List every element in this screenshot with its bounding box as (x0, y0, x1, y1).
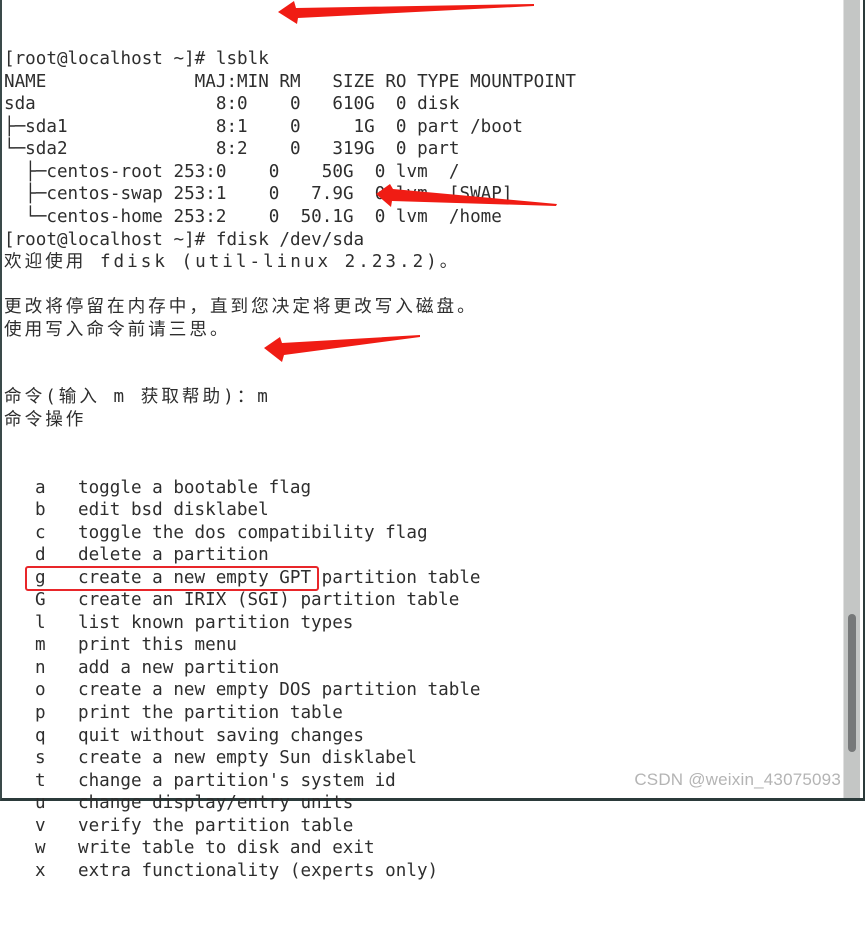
fdisk-menu-item: m print this menu (4, 634, 846, 657)
menu-item-description: toggle the dos compatibility flag (78, 522, 428, 543)
scrollbar-thumb[interactable] (848, 614, 856, 752)
terminal-line-text: [root@localhost ~]# fdisk /dev/sda (4, 229, 365, 250)
menu-item-description: add a new partition (78, 657, 280, 678)
menu-item-key: a (35, 477, 46, 498)
terminal-line-text: NAME MAJ:MIN RM SIZE RO TYPE MOUNTPOINT (4, 71, 576, 92)
menu-item-key: m (35, 635, 46, 656)
terminal-line: └─sda2 8:2 0 319G 0 part (4, 138, 846, 161)
highlight-box-add-partition (25, 566, 319, 591)
menu-item-description: write table to disk and exit (78, 838, 375, 859)
menu-item-description: create a new empty Sun disklabel (78, 748, 417, 769)
menu-item-key: p (35, 703, 46, 724)
fdisk-menu-item: u change display/entry units (4, 792, 846, 815)
watermark: CSDN @weixin_43075093 (634, 770, 841, 789)
menu-item-description: delete a partition (78, 545, 269, 566)
menu-item-description: change a partition's system id (78, 770, 396, 791)
menu-item-description: change display/entry units (78, 793, 354, 814)
menu-item-key: b (35, 500, 46, 521)
fdisk-menu-item: s create a new empty Sun disklabel (4, 747, 846, 770)
menu-item-key: d (35, 545, 46, 566)
fdisk-menu-item: p print the partition table (4, 702, 846, 725)
terminal-line: ├─centos-root 253:0 0 50G 0 lvm / (4, 161, 846, 184)
fdisk-menu-item: w write table to disk and exit (4, 837, 846, 860)
terminal-line: 命令操作 (4, 409, 846, 432)
menu-item-key: s (35, 748, 46, 769)
terminal-line-text: 欢迎使用 fdisk (util-linux 2.23.2)。 (4, 252, 461, 273)
menu-item-key: G (35, 590, 46, 611)
terminal-line: └─centos-home 253:2 0 50.1G 0 lvm /home (4, 206, 846, 229)
fdisk-menu-item: x extra functionality (experts only) (4, 860, 846, 883)
menu-item-description: edit bsd disklabel (78, 500, 269, 521)
terminal-line: ├─sda1 8:1 0 1G 0 part /boot (4, 116, 846, 139)
terminal-line: 更改将停留在内存中，直到您决定将更改写入磁盘。 (4, 296, 846, 319)
menu-item-description: create an IRIX (SGI) partition table (78, 590, 460, 611)
menu-item-key: u (35, 793, 46, 814)
menu-item-key: v (35, 815, 46, 836)
menu-item-description: quit without saving changes (78, 725, 364, 746)
terminal-window: [root@localhost ~]# lsblk NAME MAJ:MIN RM… (0, 0, 865, 881)
terminal-line: 命令(输入 m 获取帮助)：m (4, 386, 846, 409)
menu-item-key: l (35, 612, 46, 633)
terminal-line-text: └─centos-home 253:2 0 50.1G 0 lvm /home (4, 206, 502, 227)
terminal-line: sda 8:0 0 610G 0 disk (4, 93, 846, 116)
fdisk-menu-item: b edit bsd disklabel (4, 499, 846, 522)
terminal-line-text: └─sda2 8:2 0 319G 0 part (4, 139, 460, 160)
menu-item-key: x (35, 860, 46, 881)
terminal-line: 欢迎使用 fdisk (util-linux 2.23.2)。 (4, 251, 846, 274)
terminal-line: NAME MAJ:MIN RM SIZE RO TYPE MOUNTPOINT (4, 71, 846, 94)
menu-item-key: q (35, 725, 46, 746)
fdisk-menu-item: q quit without saving changes (4, 725, 846, 748)
terminal-line: 使用写入命令前请三思。 (4, 319, 846, 342)
menu-item-key: t (35, 770, 46, 791)
terminal-line-text: ├─sda1 8:1 0 1G 0 part /boot (4, 116, 524, 137)
terminal-line-text: 使用写入命令前请三思。 (4, 319, 231, 340)
menu-item-key: w (35, 838, 46, 859)
fdisk-menu-item: Gcreate an IRIX (SGI) partition table (4, 589, 846, 612)
terminal-line-text: sda 8:0 0 610G 0 disk (4, 94, 460, 115)
terminal-line: [root@localhost ~]# fdisk /dev/sda (4, 229, 846, 252)
menu-item-description: create a new empty DOS partition table (78, 680, 481, 701)
terminal-line-text: 命令(输入 m 获取帮助)：m (4, 387, 271, 408)
menu-item-description: list known partition types (78, 612, 354, 633)
terminal-line-text: 命令操作 (4, 409, 87, 430)
menu-item-description: print this menu (78, 635, 237, 656)
terminal-line-text: ├─centos-swap 253:1 0 7.9G 0 lvm [SWAP] (4, 184, 513, 205)
fdisk-menu-item: v verify the partition table (4, 815, 846, 838)
fdisk-menu-item: l list known partition types (4, 612, 846, 635)
terminal-line: ├─centos-swap 253:1 0 7.9G 0 lvm [SWAP] (4, 183, 846, 206)
fdisk-menu-item: a toggle a bootable flag (4, 477, 846, 500)
terminal-line-text: 更改将停留在内存中，直到您决定将更改写入磁盘。 (4, 297, 478, 318)
menu-item-key: n (35, 657, 46, 678)
menu-item-description: extra functionality (experts only) (78, 860, 439, 881)
fdisk-menu-item: c toggle the dos compatibility flag (4, 522, 846, 545)
terminal-line: [root@localhost ~]# lsblk (4, 48, 846, 71)
menu-item-description: toggle a bootable flag (78, 477, 312, 498)
terminal-line-text: [root@localhost ~]# lsblk (4, 49, 269, 70)
fdisk-menu-item: d delete a partition (4, 544, 846, 567)
menu-item-description: verify the partition table (78, 815, 354, 836)
fdisk-menu-item: o create a new empty DOS partition table (4, 679, 846, 702)
menu-item-key: o (35, 680, 46, 701)
terminal-line-text: ├─centos-root 253:0 0 50G 0 lvm / (4, 161, 460, 182)
menu-item-key: c (35, 522, 46, 543)
menu-item-description: print the partition table (78, 703, 343, 724)
fdisk-menu-item: n add a new partition (4, 657, 846, 680)
vertical-scrollbar[interactable] (843, 0, 860, 798)
